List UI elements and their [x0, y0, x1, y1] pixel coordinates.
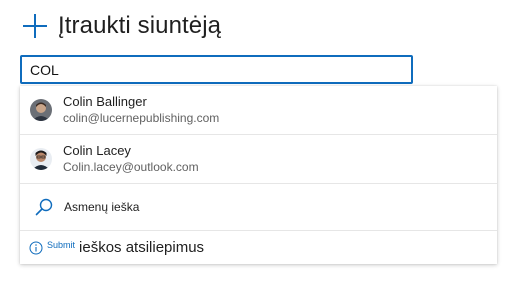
feedback-text: ieškos atsiliepimus	[79, 239, 205, 256]
suggestion-text: Colin Ballinger colin@lucernepublishing.…	[63, 94, 219, 126]
people-search-label: Asmenų ieška	[64, 200, 140, 214]
suggestions-dropdown: Colin Ballinger colin@lucernepublishing.…	[20, 86, 497, 264]
people-search-button[interactable]: Asmenų ieška	[20, 184, 497, 230]
plus-icon[interactable]	[20, 11, 50, 41]
feedback-row: Submit ieškos atsiliepimus	[20, 231, 497, 264]
person-email: Colin.lacey@outlook.com	[63, 160, 199, 174]
person-email: colin@lucernepublishing.com	[63, 111, 220, 125]
avatar	[30, 148, 52, 170]
search-box[interactable]	[20, 55, 413, 84]
suggestion-item[interactable]: Colin Ballinger colin@lucernepublishing.…	[20, 86, 497, 134]
info-icon	[29, 241, 43, 254]
page-title: Įtraukti siuntėją	[58, 12, 222, 39]
add-sender-panel: Įtraukti siuntėją Colin Ballinger colin@…	[0, 0, 522, 285]
suggestion-text: Colin Lacey Colin.lacey@outlook.com	[63, 143, 199, 175]
suggestion-item[interactable]: Colin Lacey Colin.lacey@outlook.com	[20, 135, 497, 183]
search-input[interactable]	[30, 61, 411, 78]
avatar	[30, 99, 52, 121]
header: Įtraukti siuntėją	[20, 10, 221, 42]
submit-link[interactable]: Submit	[47, 240, 75, 250]
person-name: Colin Lacey	[63, 143, 131, 158]
person-name: Colin Ballinger	[63, 94, 147, 109]
search-icon	[35, 198, 53, 216]
